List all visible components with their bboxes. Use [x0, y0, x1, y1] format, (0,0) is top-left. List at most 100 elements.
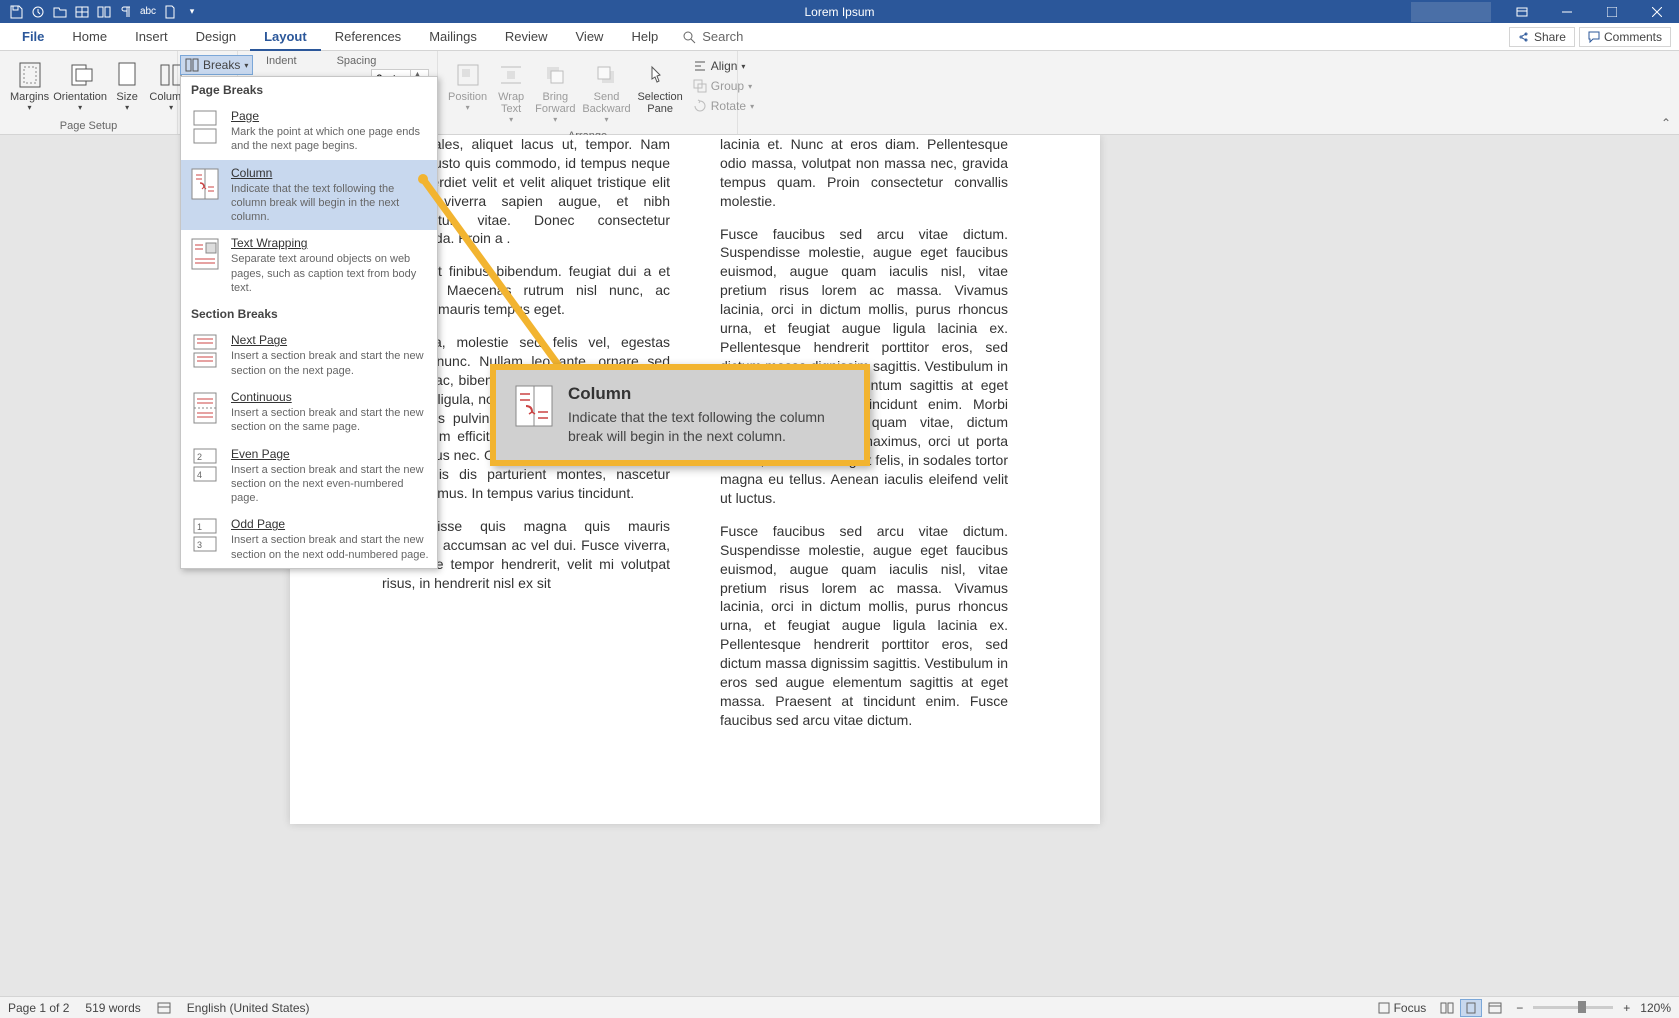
- orientation-button[interactable]: Orientation▾: [55, 55, 105, 116]
- zoom-level[interactable]: 120%: [1640, 1001, 1671, 1015]
- layout-icon[interactable]: [94, 2, 114, 22]
- autosave-icon[interactable]: [28, 2, 48, 22]
- group-label-page-setup: Page Setup: [8, 118, 169, 132]
- selection-pane-button[interactable]: Selection Pane: [635, 55, 684, 119]
- share-button[interactable]: Share: [1509, 27, 1575, 47]
- breaks-icon: [185, 58, 199, 72]
- section-breaks-header: Section Breaks: [181, 301, 437, 327]
- break-odd-page-item[interactable]: 13 Odd PageInsert a section break and st…: [181, 511, 437, 568]
- group-arrange: Position▾ Wrap Text▾ Bring Forward▾ Send…: [438, 51, 738, 134]
- break-even-page-item[interactable]: 24 Even PageInsert a section break and s…: [181, 441, 437, 512]
- column-break-icon: [189, 166, 221, 202]
- group-page-setup: Margins▾ Orientation▾ Size▾ Columns▾ Pag…: [0, 51, 178, 134]
- search-box[interactable]: Search: [682, 29, 743, 44]
- callout-desc: Indicate that the text following the col…: [568, 408, 846, 446]
- indent-label: Indent: [266, 55, 297, 67]
- view-buttons: [1436, 999, 1506, 1017]
- zoom-out-button[interactable]: −: [1516, 1001, 1523, 1015]
- position-button: Position▾: [446, 55, 489, 116]
- tab-file[interactable]: File: [8, 23, 58, 51]
- break-next-page-item[interactable]: Next PageInsert a section break and star…: [181, 327, 437, 384]
- spacing-label: Spacing: [337, 55, 377, 67]
- tab-view[interactable]: View: [562, 23, 618, 51]
- break-page-item[interactable]: PageMark the point at which one page end…: [181, 103, 437, 160]
- tab-design[interactable]: Design: [182, 23, 250, 51]
- save-icon[interactable]: [6, 2, 26, 22]
- language-indicator[interactable]: English (United States): [187, 1001, 310, 1015]
- rotate-icon: [693, 99, 707, 113]
- qat-dropdown-icon[interactable]: ▾: [182, 2, 202, 22]
- table-icon[interactable]: [72, 2, 92, 22]
- send-backward-button: Send Backward▾: [581, 55, 631, 128]
- zoom-slider[interactable]: [1533, 1006, 1613, 1009]
- next-page-icon: [189, 333, 221, 369]
- callout-box: Column Indicate that the text following …: [490, 364, 870, 466]
- margins-button[interactable]: Margins▾: [8, 55, 51, 116]
- tab-review[interactable]: Review: [491, 23, 562, 51]
- zoom-thumb[interactable]: [1578, 1001, 1586, 1013]
- tab-help[interactable]: Help: [617, 23, 672, 51]
- maximize-button[interactable]: [1589, 0, 1634, 23]
- tab-references[interactable]: References: [321, 23, 415, 51]
- spellcheck-icon[interactable]: abc: [138, 2, 158, 22]
- comment-icon: [1588, 31, 1600, 43]
- group-button: Group▾: [689, 77, 758, 95]
- page-breaks-header: Page Breaks: [181, 77, 437, 103]
- tab-insert[interactable]: Insert: [121, 23, 182, 51]
- search-icon: [682, 30, 696, 44]
- zoom-in-button[interactable]: +: [1623, 1001, 1630, 1015]
- breaks-dropdown: Page Breaks PageMark the point at which …: [180, 76, 438, 569]
- quick-access-toolbar: abc ▾: [0, 2, 202, 22]
- folder-icon[interactable]: [50, 2, 70, 22]
- even-page-icon: 24: [189, 447, 221, 483]
- align-icon: [693, 59, 707, 73]
- svg-text:2: 2: [197, 452, 202, 462]
- break-text-wrapping-item[interactable]: Text WrappingSeparate text around object…: [181, 230, 437, 301]
- align-button[interactable]: Align▾: [689, 57, 758, 75]
- svg-text:1: 1: [197, 522, 202, 532]
- ribbon-display-icon[interactable]: [1499, 0, 1544, 23]
- close-button[interactable]: [1634, 0, 1679, 23]
- right-actions: Share Comments: [1509, 27, 1671, 47]
- comments-button[interactable]: Comments: [1579, 27, 1671, 47]
- page-break-icon: [189, 109, 221, 145]
- title-bar: abc ▾ Lorem Ipsum: [0, 0, 1679, 23]
- focus-button[interactable]: Focus: [1378, 1001, 1427, 1015]
- continuous-icon: [189, 390, 221, 426]
- size-button[interactable]: Size▾: [109, 55, 145, 116]
- paragraph: Fusce faucibus sed arcu vitae dictum. Su…: [720, 522, 1008, 730]
- paragraph-icon[interactable]: [116, 2, 136, 22]
- break-continuous-item[interactable]: ContinuousInsert a section break and sta…: [181, 384, 437, 441]
- collapse-ribbon-icon[interactable]: ⌃: [1661, 116, 1671, 130]
- print-layout-button[interactable]: [1460, 999, 1482, 1017]
- tab-mailings[interactable]: Mailings: [415, 23, 491, 51]
- focus-icon: [1378, 1002, 1390, 1014]
- minimize-button[interactable]: [1544, 0, 1589, 23]
- read-mode-button[interactable]: [1436, 999, 1458, 1017]
- status-bar: Page 1 of 2 519 words English (United St…: [0, 996, 1679, 1018]
- callout-title: Column: [568, 384, 846, 404]
- group-icon: [693, 79, 707, 93]
- bring-forward-button: Bring Forward▾: [533, 55, 577, 128]
- tab-layout[interactable]: Layout: [250, 23, 321, 51]
- account-area[interactable]: [1411, 2, 1491, 22]
- rotate-button: Rotate▾: [689, 97, 758, 115]
- ribbon-tabs: File Home Insert Design Layout Reference…: [0, 23, 1679, 51]
- paragraph: lacinia et. Nunc at eros diam. Pellentes…: [720, 135, 1008, 211]
- document-title: Lorem Ipsum: [804, 5, 874, 19]
- break-column-item[interactable]: ColumnIndicate that the text following t…: [181, 160, 437, 231]
- svg-text:3: 3: [197, 540, 202, 550]
- word-count[interactable]: 519 words: [85, 1001, 140, 1015]
- web-layout-button[interactable]: [1484, 999, 1506, 1017]
- svg-text:4: 4: [197, 470, 202, 480]
- search-label: Search: [702, 29, 743, 44]
- spellcheck-status-icon[interactable]: [157, 1001, 171, 1015]
- page-indicator[interactable]: Page 1 of 2: [8, 1001, 69, 1015]
- tab-home[interactable]: Home: [58, 23, 121, 51]
- text-wrapping-icon: [189, 236, 221, 272]
- callout-column-icon: [514, 384, 554, 428]
- share-icon: [1518, 31, 1530, 43]
- odd-page-icon: 13: [189, 517, 221, 553]
- window-controls: [1411, 0, 1679, 23]
- new-doc-icon[interactable]: [160, 2, 180, 22]
